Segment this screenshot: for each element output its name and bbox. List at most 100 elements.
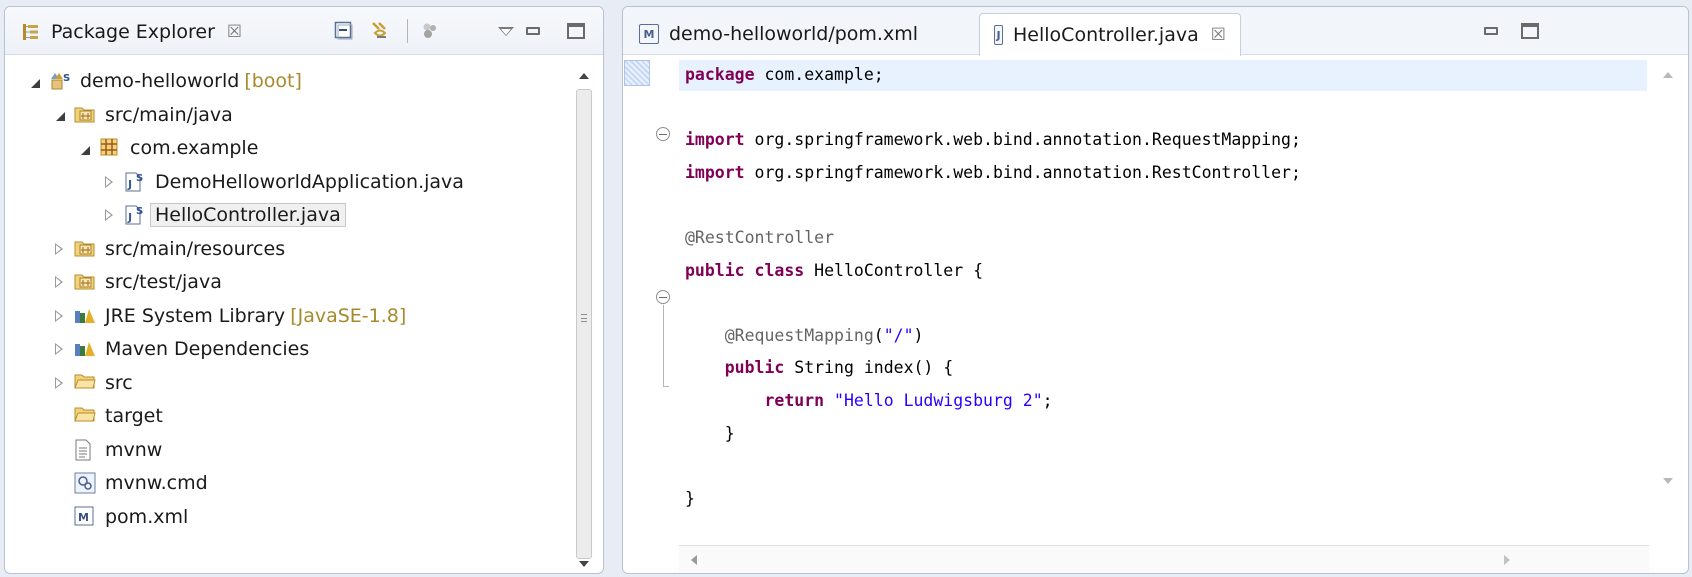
editor-area: M demo-helloworld/pom.xml J HelloControl… (622, 6, 1689, 574)
fold-imports-icon[interactable] (656, 127, 670, 141)
editor-vertical-scrollbar[interactable] (1647, 56, 1688, 546)
svg-text:J: J (127, 178, 132, 191)
code-keyword: public (724, 358, 785, 378)
tree-item[interactable]: Maven Dependencies (50, 333, 309, 365)
tree-vertical-scrollbar[interactable] (573, 61, 595, 569)
collapsed-twisty-icon[interactable] (50, 374, 68, 392)
package-explorer-icon (21, 22, 41, 42)
code-annotation: @RequestMapping (724, 325, 874, 345)
tree-item[interactable]: Mpom.xml (50, 501, 188, 533)
package-explorer-view: Package Explorer ☒ Sdemo-helloworld [boot… (4, 6, 604, 574)
expanded-twisty-icon[interactable] (50, 106, 68, 124)
package-explorer-tab-bar: Package Explorer ☒ (5, 7, 603, 55)
tree-item[interactable]: JRE System Library [JavaSE-1.8] (50, 300, 406, 332)
tree-item-label: JRE System Library (105, 304, 286, 327)
tree-item-label: demo-helloworld (80, 70, 240, 92)
tree-item-label: mvnw.cmd (105, 472, 208, 494)
maven-file-icon: M (74, 506, 96, 528)
code-text: ( (873, 325, 884, 345)
tree-item-text: JRE System Library [JavaSE-1.8] (105, 305, 406, 327)
minimize-icon[interactable] (520, 19, 546, 43)
tree-item[interactable]: Sdemo-helloworld [boot] (25, 65, 302, 97)
scroll-up-arrow-icon[interactable] (579, 73, 589, 79)
collapsed-twisty-icon[interactable] (100, 206, 118, 224)
view-menu-icon[interactable] (493, 19, 519, 43)
code-text: } (685, 423, 735, 443)
spring-project-icon: S (49, 70, 71, 92)
scroll-right-arrow-icon[interactable] (1504, 555, 1510, 565)
code-keyword: public (685, 260, 745, 280)
close-tab-icon[interactable]: ☒ (1211, 25, 1226, 45)
code-line[interactable]: import org.springframework.web.bind.anno… (685, 158, 1301, 188)
tree-item-label: DemoHelloworldApplication.java (155, 170, 464, 193)
code-keyword: import (685, 130, 745, 150)
tree-item-text: src/main/java (105, 104, 233, 126)
fold-method-icon[interactable] (656, 290, 670, 304)
code-line[interactable]: public String index() { (685, 353, 954, 383)
focus-icon[interactable] (417, 19, 443, 43)
editor-maximize-icon[interactable] (1517, 19, 1543, 43)
code-line[interactable]: return "Hello Ludwigsburg 2"; (685, 386, 1053, 416)
collapsed-twisty-icon[interactable] (50, 307, 68, 325)
tree-item[interactable]: J S HelloController.java (100, 199, 346, 231)
close-view-icon[interactable]: ☒ (227, 22, 242, 42)
selected-tree-item[interactable]: HelloController.java (150, 203, 346, 227)
tree-item-label: pom.xml (105, 505, 189, 528)
scroll-down-arrow-icon[interactable] (579, 561, 589, 567)
link-with-editor-icon[interactable] (367, 19, 393, 43)
collapsed-twisty-icon[interactable] (50, 273, 68, 291)
tab-pom-xml[interactable]: M demo-helloworld/pom.xml (625, 13, 932, 55)
tree-item[interactable]: src/main/java (50, 99, 233, 131)
code-keyword: import (685, 162, 745, 182)
editor-gutter[interactable] (623, 56, 679, 573)
tab-hello-controller[interactable]: J HelloController.java ☒ (979, 13, 1241, 56)
maximize-icon[interactable] (563, 19, 589, 43)
code-line[interactable]: } (685, 484, 695, 514)
code-text: ; (1042, 391, 1053, 410)
tree-item[interactable]: mvnw.cmd (50, 467, 208, 499)
tree-item-label: src/test/java (105, 271, 222, 293)
collapsed-twisty-icon[interactable] (50, 340, 68, 358)
code-string: "/" (883, 325, 914, 345)
tree-item-text: DemoHelloworldApplication.java (155, 171, 464, 193)
editor-tab-bar: M demo-helloworld/pom.xml J HelloControl… (623, 7, 1688, 56)
code-annotation: @RestController (685, 228, 835, 247)
package-icon (99, 137, 121, 159)
editor-minimize-icon[interactable] (1478, 19, 1504, 43)
tree-item[interactable]: src (50, 367, 133, 399)
code-text: org.springframework.web.bind.annotation.… (744, 130, 1301, 150)
library-icon (74, 338, 96, 360)
folder-icon (74, 372, 96, 394)
tree-item[interactable]: com.example (75, 132, 258, 164)
cmd-file-icon (74, 472, 96, 494)
tree-item[interactable]: mvnw (50, 434, 162, 466)
collapsed-twisty-icon[interactable] (50, 240, 68, 258)
svg-text:J: J (127, 211, 132, 224)
editor-horizontal-scrollbar[interactable] (679, 545, 1649, 573)
code-line[interactable]: @RestController (685, 223, 834, 253)
spring-java-file-icon: JS (124, 204, 146, 226)
code-line[interactable]: @RequestMapping("/") (685, 321, 924, 351)
tree-item[interactable]: src/test/java (50, 266, 222, 298)
expanded-twisty-icon[interactable] (25, 72, 43, 90)
scroll-down-arrow-icon[interactable] (1663, 478, 1673, 484)
code-line[interactable]: } (685, 419, 735, 449)
scroll-left-arrow-icon[interactable] (691, 555, 697, 565)
code-line[interactable]: import org.springframework.web.bind.anno… (685, 125, 1301, 155)
scroll-up-arrow-icon[interactable] (1663, 72, 1673, 78)
code-line[interactable]: public class HelloController { (685, 256, 983, 286)
collapse-all-icon[interactable] (331, 19, 357, 43)
tree-item-label: src/main/java (105, 103, 233, 126)
spring-java-file-icon: JS (124, 171, 146, 193)
expanded-twisty-icon[interactable] (75, 139, 93, 157)
scrollbar-thumb[interactable] (576, 89, 592, 559)
package-explorer-tab[interactable]: Package Explorer ☒ (21, 17, 242, 47)
tree-item-label: Maven Dependencies (105, 338, 310, 360)
tree-item[interactable]: target (50, 400, 163, 432)
collapsed-twisty-icon[interactable] (100, 173, 118, 191)
tree-item[interactable]: J S DemoHelloworldApplication.java (100, 166, 464, 198)
code-line[interactable]: package com.example; (685, 60, 884, 90)
tree-item[interactable]: src/main/resources (50, 233, 285, 265)
